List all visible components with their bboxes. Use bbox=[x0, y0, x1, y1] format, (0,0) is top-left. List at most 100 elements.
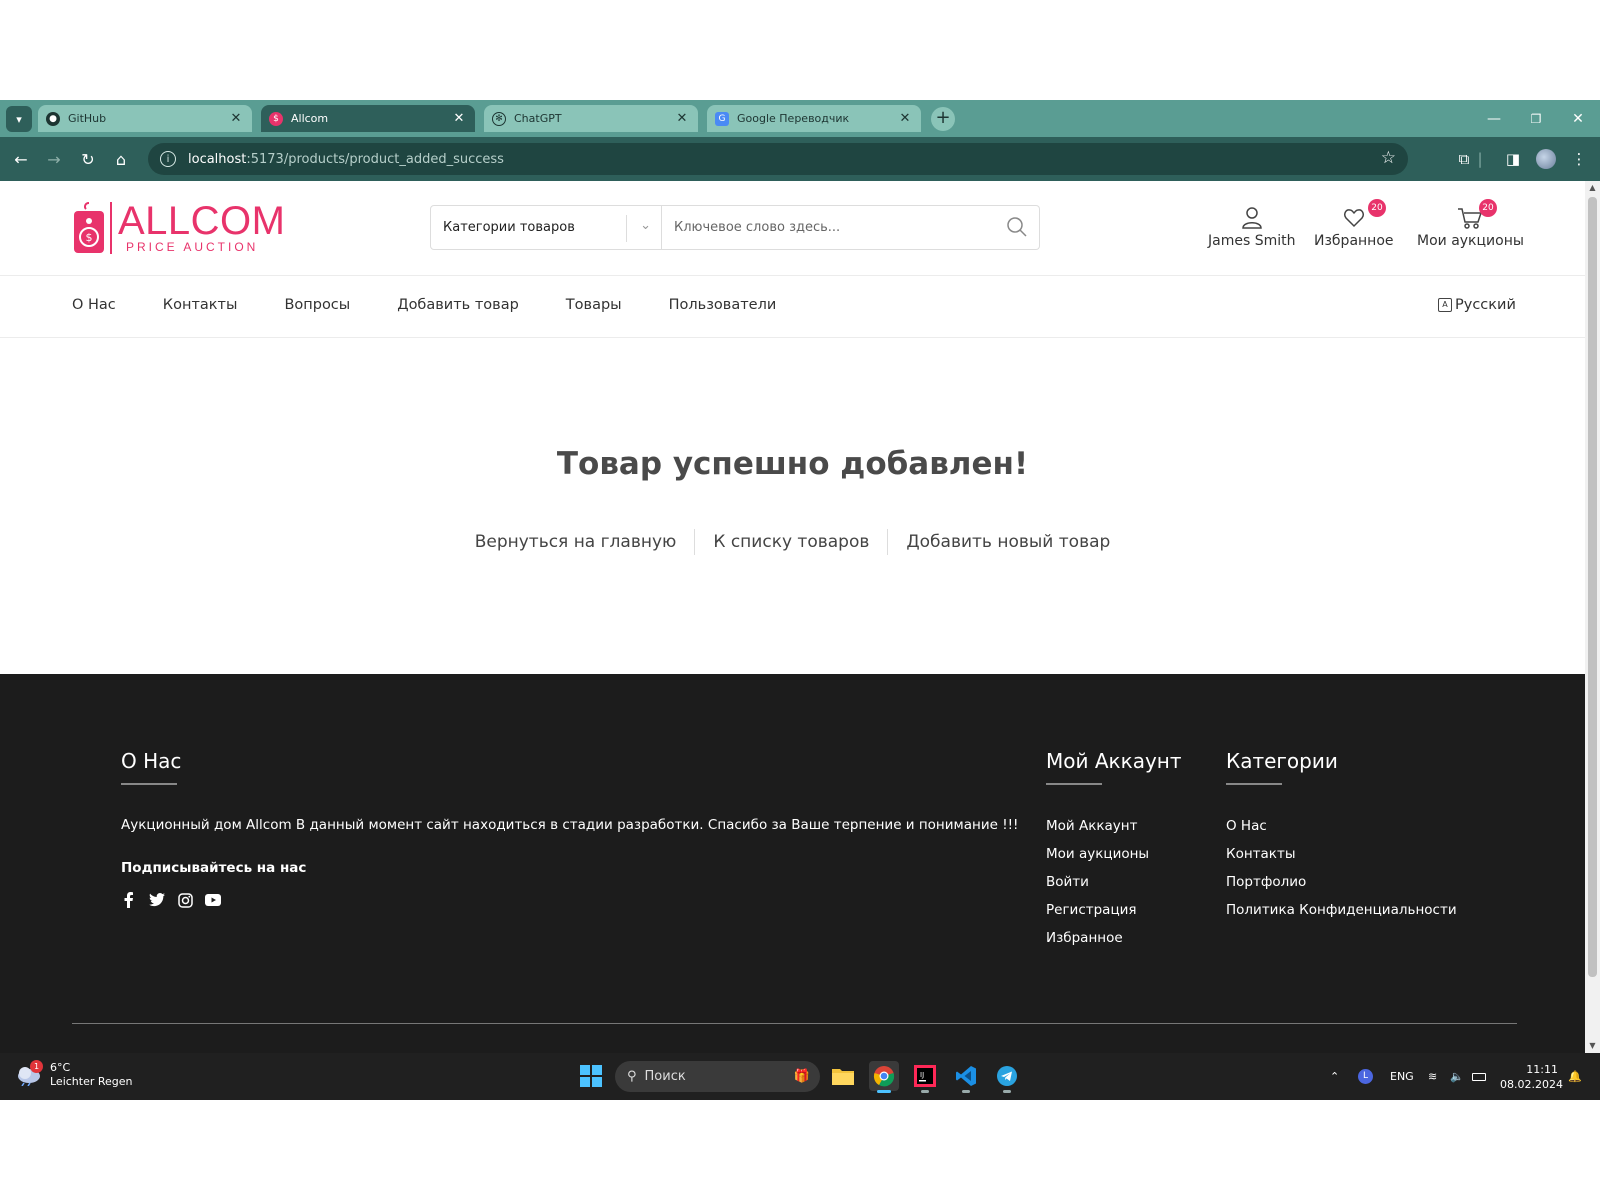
category-select[interactable]: Категории товаров ⌄ bbox=[430, 205, 662, 250]
system-clock[interactable]: 11:11 08.02.2024 bbox=[1500, 1062, 1563, 1092]
address-bar[interactable]: i localhost:5173/products/product_added_… bbox=[148, 143, 1408, 175]
twitter-icon[interactable] bbox=[149, 892, 165, 908]
close-icon[interactable]: ✕ bbox=[674, 111, 690, 126]
tab-search-button[interactable]: ▾ bbox=[6, 106, 32, 132]
footer-link-portfolio[interactable]: Портфолио bbox=[1226, 873, 1457, 891]
footer-account-links: Мой Аккаунт Мои аукционы Войти Регистрац… bbox=[1046, 817, 1149, 957]
input-language[interactable]: ENG bbox=[1390, 1053, 1414, 1100]
wifi-icon[interactable]: ≋ bbox=[1428, 1053, 1437, 1100]
footer-link-my-account[interactable]: Мой Аккаунт bbox=[1046, 817, 1149, 835]
social-links bbox=[121, 892, 221, 908]
language-switcher[interactable]: A Русский bbox=[1438, 297, 1516, 313]
footer-link-register[interactable]: Регистрация bbox=[1046, 901, 1149, 919]
running-app-indicator bbox=[921, 1090, 929, 1093]
clock-time: 11:11 bbox=[1526, 1063, 1558, 1076]
instagram-icon[interactable] bbox=[177, 892, 193, 908]
url-host: localhost bbox=[188, 151, 247, 167]
product-list-link[interactable]: К списку товаров bbox=[695, 532, 887, 552]
nav-item-about[interactable]: О Нас bbox=[72, 297, 116, 313]
vscode-icon[interactable] bbox=[951, 1061, 981, 1093]
restore-button[interactable]: ❐ bbox=[1514, 100, 1558, 137]
nav-item-contacts[interactable]: Контакты bbox=[163, 297, 238, 313]
nav-item-add-product[interactable]: Добавить товар bbox=[397, 297, 519, 313]
footer-link-about[interactable]: О Нас bbox=[1226, 817, 1457, 835]
tab-github[interactable]: ● GitHub ✕ bbox=[38, 105, 252, 132]
success-links: Вернуться на главную К списку товаров До… bbox=[0, 529, 1585, 555]
file-explorer-icon[interactable] bbox=[828, 1061, 858, 1091]
close-window-button[interactable]: ✕ bbox=[1556, 100, 1600, 137]
footer-link-contacts[interactable]: Контакты bbox=[1226, 845, 1457, 863]
reload-button[interactable]: ↻ bbox=[76, 147, 100, 171]
profile-avatar[interactable] bbox=[1534, 147, 1558, 171]
logo-main-text: ALLCOM bbox=[118, 199, 286, 243]
tab-title: ChatGPT bbox=[514, 112, 562, 125]
forward-button[interactable]: → bbox=[42, 147, 66, 171]
category-select-value: Категории товаров bbox=[443, 220, 575, 235]
volume-icon[interactable]: 🔈 bbox=[1450, 1053, 1464, 1100]
telegram-icon[interactable] bbox=[992, 1061, 1022, 1093]
footer-link-privacy[interactable]: Политика Конфиденциальности bbox=[1226, 901, 1457, 919]
bookmark-star-icon[interactable]: ☆ bbox=[1381, 148, 1396, 168]
footer-link-login[interactable]: Войти bbox=[1046, 873, 1149, 891]
success-title: Товар успешно добавлен! bbox=[556, 446, 1029, 482]
nav-item-questions[interactable]: Вопросы bbox=[284, 297, 350, 313]
extensions-icon[interactable]: ⧉ bbox=[1452, 147, 1476, 171]
weather-temperature: 6°C bbox=[50, 1061, 71, 1074]
nav-divider bbox=[0, 337, 1585, 338]
user-icon bbox=[1241, 207, 1262, 229]
header-my-auctions[interactable]: 20 Мои аукционы bbox=[1417, 199, 1524, 249]
footer-link-favorites[interactable]: Избранное bbox=[1046, 929, 1149, 947]
screen: ▾ ● GitHub ✕ $ Allcom ✕ ✻ ChatGPT ✕ G Go… bbox=[0, 100, 1600, 1100]
youtube-icon[interactable] bbox=[205, 892, 221, 908]
tab-chatgpt[interactable]: ✻ ChatGPT ✕ bbox=[484, 105, 698, 132]
page-scrollbar[interactable]: ▲ ▼ bbox=[1585, 181, 1600, 1053]
facebook-icon[interactable] bbox=[121, 892, 137, 908]
toolbar-divider: | bbox=[1477, 150, 1483, 168]
close-icon[interactable]: ✕ bbox=[228, 111, 244, 126]
nav-item-users[interactable]: Пользователи bbox=[669, 297, 777, 313]
close-icon[interactable]: ✕ bbox=[897, 111, 913, 126]
tab-google-translate[interactable]: G Google Переводчик ✕ bbox=[707, 105, 921, 132]
footer-link-my-auctions[interactable]: Мои аукционы bbox=[1046, 845, 1149, 863]
tab-title: GitHub bbox=[68, 112, 107, 125]
scroll-down-icon[interactable]: ▼ bbox=[1585, 1039, 1600, 1053]
new-tab-button[interactable]: + bbox=[931, 107, 955, 131]
back-home-link[interactable]: Вернуться на главную bbox=[457, 532, 695, 552]
tab-allcom[interactable]: $ Allcom ✕ bbox=[261, 105, 475, 132]
back-button[interactable]: ← bbox=[9, 147, 33, 171]
url-path: :5173/products/product_added_success bbox=[246, 151, 504, 167]
add-new-product-link[interactable]: Добавить новый товар bbox=[888, 532, 1128, 552]
heading-underline bbox=[121, 783, 177, 785]
footer-account-heading: Мой Аккаунт bbox=[1046, 749, 1182, 773]
scrollbar-thumb[interactable] bbox=[1588, 197, 1597, 977]
side-panel-icon[interactable]: ◨ bbox=[1501, 147, 1525, 171]
browser-menu-icon[interactable]: ⋮ bbox=[1567, 147, 1591, 171]
header-user-account[interactable]: James Smith bbox=[1208, 203, 1295, 249]
taskbar-search[interactable]: ⚲ Поиск 🎁 bbox=[615, 1061, 820, 1092]
user-name: James Smith bbox=[1208, 233, 1296, 249]
svg-text:$: $ bbox=[86, 231, 93, 244]
allcom-favicon-icon: $ bbox=[269, 111, 283, 126]
site-footer: О Нас Аукционный дом Allcom В данный мом… bbox=[0, 674, 1585, 1053]
search-input[interactable] bbox=[662, 205, 1040, 250]
weather-widget[interactable]: 1 6°C Leichter Regen bbox=[16, 1060, 133, 1089]
header-favorites[interactable]: 20 Избранное bbox=[1314, 199, 1394, 249]
nav-item-products[interactable]: Товары bbox=[566, 297, 622, 313]
close-icon[interactable]: ✕ bbox=[451, 111, 467, 126]
chrome-icon[interactable] bbox=[869, 1061, 899, 1093]
windows-start-icon[interactable] bbox=[580, 1065, 602, 1087]
minimize-button[interactable]: — bbox=[1472, 100, 1516, 137]
clock-app-icon[interactable]: L bbox=[1358, 1053, 1373, 1100]
site-info-icon[interactable]: i bbox=[160, 151, 176, 167]
battery-icon[interactable] bbox=[1472, 1053, 1486, 1100]
tray-overflow-icon[interactable]: ⌃ bbox=[1330, 1053, 1339, 1100]
intellij-icon[interactable]: IJ bbox=[910, 1061, 940, 1093]
home-button[interactable]: ⌂ bbox=[109, 147, 133, 171]
active-app-indicator bbox=[877, 1090, 891, 1093]
site-logo[interactable]: $ ALLCOM PRICE AUCTION bbox=[72, 199, 286, 257]
scroll-up-icon[interactable]: ▲ bbox=[1585, 181, 1600, 195]
footer-subscribe-label: Подписывайтесь на нас bbox=[121, 860, 307, 876]
search-icon[interactable] bbox=[1006, 216, 1028, 238]
footer-about-text: Аукционный дом Allcom В данный момент са… bbox=[121, 817, 1019, 833]
notification-bell-icon[interactable]: 🔔 bbox=[1568, 1053, 1582, 1100]
